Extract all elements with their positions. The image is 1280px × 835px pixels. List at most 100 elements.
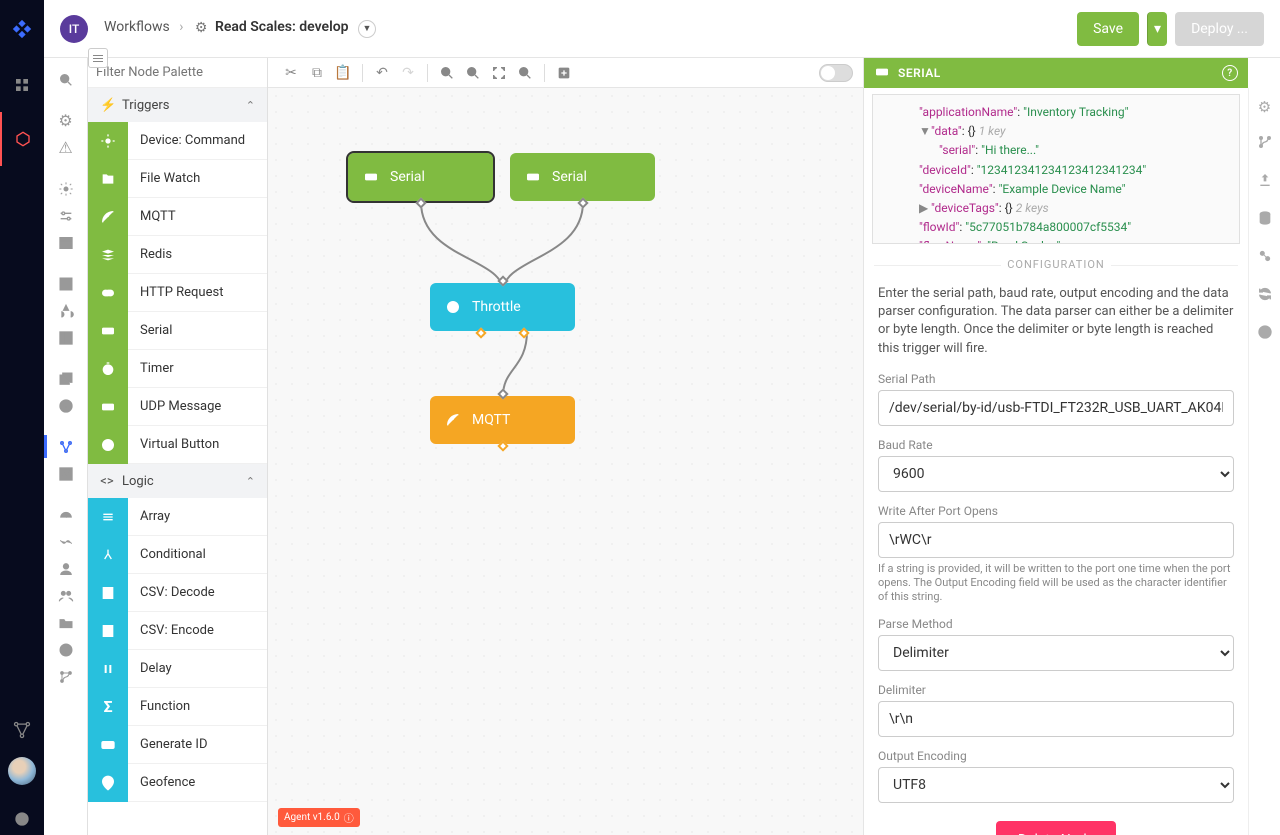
- palette-node-file-watch[interactable]: File Watch: [88, 160, 267, 198]
- branch-icon[interactable]: [1257, 134, 1273, 154]
- save-dropdown[interactable]: ▾: [1147, 12, 1167, 46]
- ctx-panel-icon[interactable]: [44, 324, 88, 351]
- palette-node-csv-encode[interactable]: CSV: Encode: [88, 612, 267, 650]
- node-label: MQTT: [472, 412, 510, 428]
- palette-node-label: HTTP Request: [128, 285, 223, 300]
- input-port[interactable]: [497, 388, 508, 399]
- output-encoding-select[interactable]: UTF8: [878, 767, 1234, 803]
- palette-node-mqtt[interactable]: MQTT: [88, 198, 267, 236]
- category-triggers[interactable]: ⚡ Triggers ⌃: [88, 88, 267, 122]
- palette-node-label: Virtual Button: [128, 437, 219, 452]
- paste-icon[interactable]: 📋: [330, 58, 356, 88]
- palette-node-udp[interactable]: UDP Message: [88, 388, 267, 426]
- ctx-users-icon[interactable]: [44, 582, 88, 609]
- save-button[interactable]: Save: [1077, 12, 1139, 46]
- org-avatar[interactable]: IT: [60, 15, 88, 43]
- ctx-user-icon[interactable]: [44, 555, 88, 582]
- search-canvas-icon[interactable]: [512, 58, 538, 88]
- output-port[interactable]: [475, 327, 486, 338]
- palette-node-timer[interactable]: Timer: [88, 350, 267, 388]
- rail-dashboard-icon[interactable]: [0, 58, 44, 112]
- zoom-out-icon[interactable]: [460, 58, 486, 88]
- baud-rate-select[interactable]: 9600: [878, 456, 1234, 492]
- palette-filter-input[interactable]: [88, 58, 267, 88]
- ctx-grid-icon[interactable]: [44, 270, 88, 297]
- deploy-button[interactable]: Deploy ...: [1175, 12, 1264, 46]
- refresh-icon[interactable]: [1257, 286, 1273, 306]
- ctx-warning-icon[interactable]: ⚠: [44, 134, 88, 161]
- ctx-info-icon[interactable]: [44, 392, 88, 419]
- cut-icon[interactable]: ✂: [278, 58, 304, 88]
- grid-toggle[interactable]: [819, 64, 853, 82]
- palette-node-array[interactable]: Array: [88, 498, 267, 536]
- redo-icon[interactable]: ↷: [395, 58, 421, 88]
- ctx-chart-icon[interactable]: [44, 460, 88, 487]
- palette-node-virtual-button[interactable]: Virtual Button: [88, 426, 267, 464]
- rail-workflows-icon[interactable]: [0, 112, 44, 166]
- help-icon[interactable]: ?: [1222, 65, 1238, 81]
- flow-node-mqtt[interactable]: MQTT: [430, 396, 575, 444]
- ctx-layers-icon[interactable]: [44, 365, 88, 392]
- palette-node-csv-decode[interactable]: CSV: Decode: [88, 574, 267, 612]
- output-port[interactable]: [519, 327, 530, 338]
- ctx-window-icon[interactable]: [44, 229, 88, 256]
- brand-logo[interactable]: [0, 0, 44, 58]
- settings-icon[interactable]: ⚙: [1258, 98, 1271, 116]
- workflow-canvas[interactable]: Serial Serial Throttle MQTT Agent v1.6.0…: [268, 88, 863, 835]
- serial-path-input[interactable]: [878, 390, 1234, 426]
- flow-node-serial-b[interactable]: Serial: [510, 153, 655, 201]
- category-logic[interactable]: <> Logic ⌃: [88, 464, 267, 498]
- flow-node-serial-a[interactable]: Serial: [348, 153, 493, 201]
- output-port[interactable]: [415, 197, 426, 208]
- fit-icon[interactable]: [486, 58, 512, 88]
- zoom-in-icon[interactable]: [434, 58, 460, 88]
- palette-node-http[interactable]: HTTP Request: [88, 274, 267, 312]
- palette-node-geofence[interactable]: Geofence: [88, 764, 267, 802]
- palette-node-serial[interactable]: Serial: [88, 312, 267, 350]
- ctx-flow-icon[interactable]: [44, 433, 88, 460]
- parse-method-select[interactable]: Delimiter: [878, 635, 1234, 671]
- output-port[interactable]: [577, 197, 588, 208]
- ctx-branch-icon[interactable]: [44, 663, 88, 690]
- ctx-cog-icon[interactable]: [44, 175, 88, 202]
- help-icon[interactable]: [0, 803, 44, 835]
- app-rail: [0, 0, 44, 835]
- crumb-current[interactable]: Read Scales: develop: [215, 19, 349, 35]
- ctx-folder-icon[interactable]: [44, 609, 88, 636]
- palette-node-label: Generate ID: [128, 737, 207, 752]
- branch-dropdown[interactable]: ▼: [358, 20, 376, 38]
- ctx-waves-icon[interactable]: [44, 528, 88, 555]
- palette-node-conditional[interactable]: Conditional: [88, 536, 267, 574]
- ctx-gauge-icon[interactable]: [44, 501, 88, 528]
- ctx-sliders-icon[interactable]: [44, 202, 88, 229]
- user-avatar[interactable]: [8, 757, 36, 785]
- database-icon[interactable]: [1257, 210, 1273, 230]
- ctx-search-icon[interactable]: [44, 66, 88, 93]
- rail-integrations-icon[interactable]: [0, 703, 44, 757]
- palette-node-label: Geofence: [128, 775, 195, 790]
- ctx-gear-icon[interactable]: ⚙: [44, 107, 88, 134]
- undo-icon[interactable]: ↶: [369, 58, 395, 88]
- globe-icon[interactable]: [1257, 324, 1273, 344]
- delete-node-button[interactable]: Delete Node: [996, 821, 1116, 835]
- process-icon[interactable]: [1257, 248, 1273, 268]
- palette-node-function[interactable]: ΣFunction: [88, 688, 267, 726]
- upload-icon[interactable]: [1257, 172, 1273, 192]
- palette-node-device-command[interactable]: Device: Command: [88, 122, 267, 160]
- palette-toggle[interactable]: [88, 48, 108, 68]
- output-port[interactable]: [497, 440, 508, 451]
- ctx-webhook-icon[interactable]: [44, 297, 88, 324]
- ctx-globe-icon[interactable]: [44, 636, 88, 663]
- palette-node-redis[interactable]: Redis: [88, 236, 267, 274]
- add-node-icon[interactable]: [551, 58, 577, 88]
- delimiter-input[interactable]: [878, 701, 1234, 737]
- flow-node-throttle[interactable]: Throttle: [430, 283, 575, 331]
- crumb-root[interactable]: Workflows: [104, 19, 170, 35]
- write-after-open-input[interactable]: [878, 522, 1234, 558]
- palette-node-label: Array: [128, 509, 170, 524]
- input-port[interactable]: [497, 275, 508, 286]
- palette-node-delay[interactable]: Delay: [88, 650, 267, 688]
- palette-node-generate-id[interactable]: Generate ID: [88, 726, 267, 764]
- copy-icon[interactable]: ⧉: [304, 58, 330, 88]
- category-label: Logic: [122, 474, 154, 489]
